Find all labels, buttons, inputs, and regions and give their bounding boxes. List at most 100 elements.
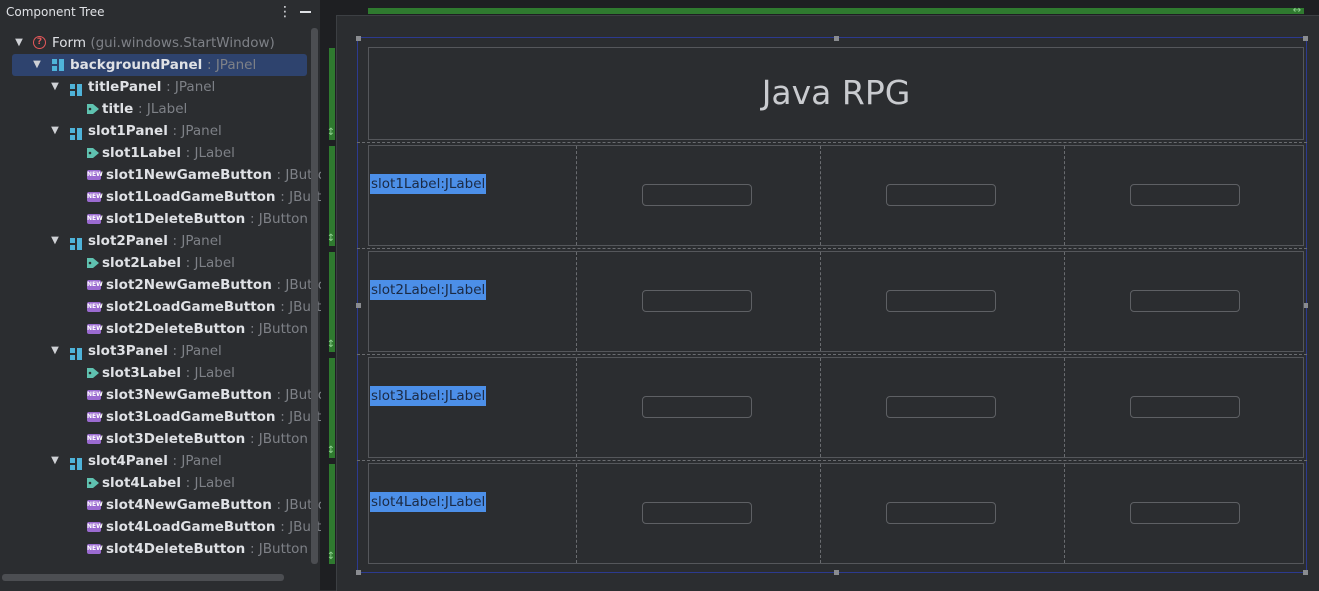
slot1-new-game-button[interactable] [642, 184, 752, 206]
chevron-down-icon[interactable]: ▼ [13, 32, 25, 54]
chevron-down-icon[interactable]: ▼ [49, 450, 61, 472]
tree-vertical-scrollbar[interactable] [311, 28, 318, 564]
panel-icon [70, 455, 82, 470]
tree-row-slot1deletebutton[interactable]: NEW slot1DeleteButton : JButton [0, 208, 310, 230]
component-tree-title: Component Tree [6, 5, 105, 19]
slot4-new-game-button[interactable] [642, 502, 752, 524]
panel-icon [70, 235, 82, 250]
tree-row-form[interactable]: ▼ ? Form (gui.windows.StartWindow) [0, 32, 310, 54]
resize-vertical-icon[interactable]: ↕ [326, 234, 336, 244]
tree-horizontal-scrollbar[interactable] [2, 574, 284, 581]
resize-vertical-icon[interactable]: ↕ [326, 128, 336, 138]
tree-row-slot1loadgamebutton[interactable]: NEW slot1LoadGameButton : JButton [0, 186, 338, 208]
resize-vertical-icon[interactable]: ↕ [326, 446, 336, 456]
column-divider [1064, 358, 1065, 457]
chevron-down-icon[interactable]: ▼ [49, 340, 61, 362]
label-icon [87, 367, 99, 379]
tree-row-slot4deletebutton[interactable]: NEW slot4DeleteButton : JButton [0, 538, 310, 560]
tree-row-slot2newgamebutton[interactable]: NEW slot2NewGameButton : JButton [0, 274, 335, 296]
tree-row-slot2panel[interactable]: ▼ slot2Panel : JPanel [0, 230, 310, 252]
tree-row-backgroundpanel[interactable]: ▼ backgroundPanel : JPanel [12, 54, 307, 76]
tree-row-slot1label[interactable]: slot1Label : JLabel [0, 142, 310, 164]
chevron-down-icon[interactable]: ▼ [49, 76, 61, 98]
panel-icon [52, 59, 64, 71]
resize-handle[interactable] [834, 570, 839, 575]
column-layout-bar[interactable] [368, 8, 1304, 14]
tree-row-slot2loadgamebutton[interactable]: NEW slot2LoadGameButton : JButton [0, 296, 338, 318]
slot3-delete-button[interactable] [1130, 396, 1240, 418]
slot2-load-game-button[interactable] [886, 290, 996, 312]
tree-row-slot2label[interactable]: slot2Label : JLabel [0, 252, 310, 274]
tree-row-slot4loadgamebutton[interactable]: NEW slot4LoadGameButton : JButton [0, 516, 338, 538]
tree-row-slot3newgamebutton[interactable]: NEW slot3NewGameButton : JButton [0, 384, 335, 406]
button-icon: NEW [87, 544, 103, 554]
slot2-new-game-button[interactable] [642, 290, 752, 312]
tree-row-slot3label[interactable]: slot3Label : JLabel [0, 362, 310, 384]
tree-row-slot4newgamebutton[interactable]: NEW slot4NewGameButton : JButton [0, 494, 335, 516]
row-divider [357, 142, 1307, 143]
row-layout-bar[interactable] [329, 252, 335, 352]
slot2-delete-button[interactable] [1130, 290, 1240, 312]
resize-handle[interactable] [834, 36, 839, 41]
title-panel[interactable]: Java RPG [368, 47, 1304, 140]
slot2-label[interactable]: slot2Label:JLabel [370, 280, 487, 300]
slot4-load-game-button[interactable] [886, 502, 996, 524]
tree-node-label: slot4Panel : JPanel [88, 453, 222, 469]
panel-icon [70, 345, 82, 360]
slot2-panel[interactable]: slot2Label:JLabel [368, 251, 1304, 352]
tree-node-label: slot3DeleteButton : JButton [106, 431, 308, 447]
chevron-down-icon[interactable]: ▼ [49, 230, 61, 252]
resize-handle[interactable] [1303, 570, 1308, 575]
component-tree-header: Component Tree ⋮ [0, 0, 320, 26]
tree-node-label: slot4NewGameButton : JButton [106, 497, 335, 513]
tree-node-label: slot4LoadGameButton : JButton [106, 519, 339, 535]
title-label[interactable]: Java RPG [369, 73, 1303, 112]
tree-row-slot1newgamebutton[interactable]: NEW slot1NewGameButton : JButton [0, 164, 335, 186]
tree-row-slot2deletebutton[interactable]: NEW slot2DeleteButton : JButton [0, 318, 310, 340]
tree-row-slot3loadgamebutton[interactable]: NEW slot3LoadGameButton : JButton [0, 406, 338, 428]
row-divider [357, 460, 1307, 461]
button-icon: NEW [87, 390, 103, 400]
minimize-icon[interactable] [298, 3, 314, 21]
column-divider [576, 252, 577, 351]
tree-row-slot3panel[interactable]: ▼ slot3Panel : JPanel [0, 340, 310, 362]
tree-node-label: slot4Label : JLabel [102, 475, 235, 491]
resize-handle[interactable] [356, 303, 361, 308]
tree-row-slot1panel[interactable]: ▼ slot1Panel : JPanel [0, 120, 310, 142]
column-divider [820, 146, 821, 245]
chevron-down-icon[interactable]: ▼ [31, 54, 43, 76]
row-layout-bar[interactable] [329, 146, 335, 246]
slot1-panel[interactable]: slot1Label:JLabel [368, 145, 1304, 246]
slot1-label[interactable]: slot1Label:JLabel [370, 174, 487, 194]
column-divider [576, 146, 577, 245]
slot4-panel[interactable]: slot4Label:JLabel [368, 463, 1304, 564]
slot4-label[interactable]: slot4Label:JLabel [370, 492, 487, 512]
tree-row-titlepanel[interactable]: ▼ titlePanel : JPanel [0, 76, 310, 98]
panel-icon [70, 125, 82, 140]
slot4-delete-button[interactable] [1130, 502, 1240, 524]
row-layout-bar[interactable] [329, 464, 335, 564]
tree-row-slot4label[interactable]: slot4Label : JLabel [0, 472, 310, 494]
resize-handle[interactable] [356, 570, 361, 575]
tree-node-label: slot1DeleteButton : JButton [106, 211, 308, 227]
slot3-panel[interactable]: slot3Label:JLabel [368, 357, 1304, 458]
slot1-delete-button[interactable] [1130, 184, 1240, 206]
row-layout-bar[interactable] [329, 358, 335, 458]
resize-handle[interactable] [356, 36, 361, 41]
tree-row-slot3deletebutton[interactable]: NEW slot3DeleteButton : JButton [0, 428, 310, 450]
resize-vertical-icon[interactable]: ↕ [326, 340, 336, 350]
tree-node-label: slot4DeleteButton : JButton [106, 541, 308, 557]
tree-row-slot4panel[interactable]: ▼ slot4Panel : JPanel [0, 450, 310, 472]
resize-handle[interactable] [1303, 36, 1308, 41]
slot3-load-game-button[interactable] [886, 396, 996, 418]
slot3-new-game-button[interactable] [642, 396, 752, 418]
slot3-label[interactable]: slot3Label:JLabel [370, 386, 487, 406]
tree-node-label: slot2DeleteButton : JButton [106, 321, 308, 337]
slot1-load-game-button[interactable] [886, 184, 996, 206]
tree-node-label: title : JLabel [102, 101, 188, 117]
tree-node-label: backgroundPanel : JPanel [70, 57, 257, 73]
tree-row-title[interactable]: title : JLabel [0, 98, 310, 120]
resize-vertical-icon[interactable]: ↕ [326, 552, 336, 562]
more-vertical-icon[interactable]: ⋮ [277, 3, 293, 21]
chevron-down-icon[interactable]: ▼ [49, 120, 61, 142]
